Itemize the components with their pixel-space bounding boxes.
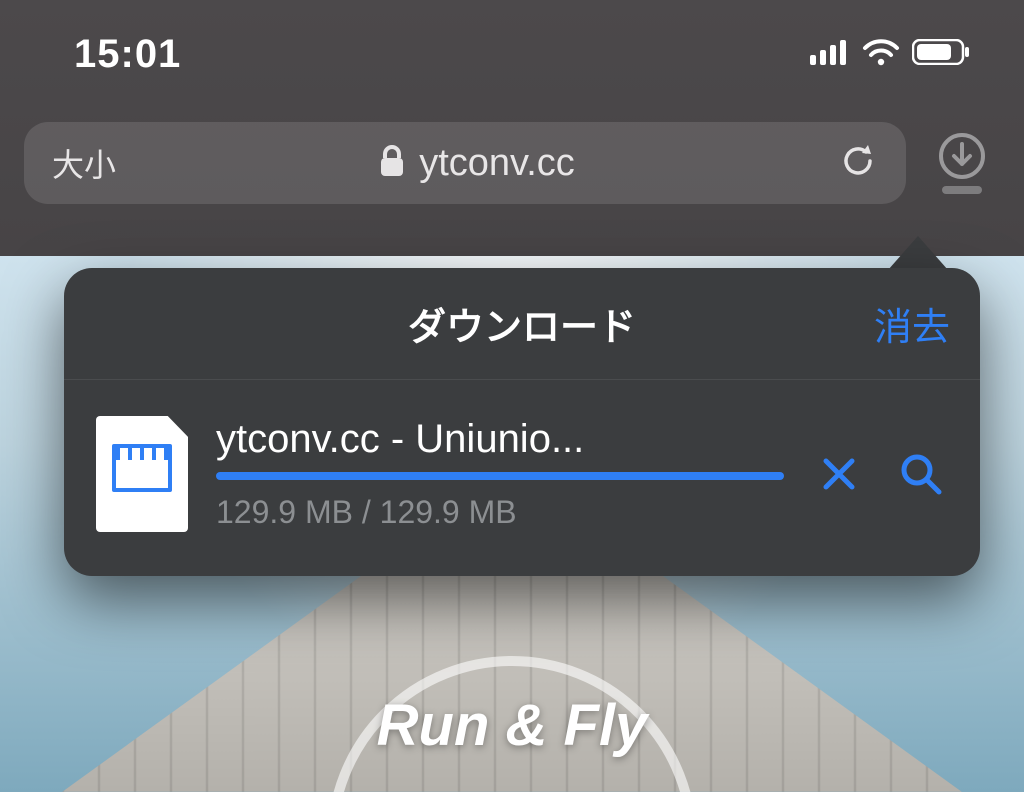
popover-title: ダウンロード bbox=[408, 296, 636, 351]
wifi-icon bbox=[862, 38, 900, 71]
cellular-icon bbox=[810, 39, 850, 70]
url-text: ytconv.cc bbox=[419, 142, 575, 185]
browser-chrome: 15:01 大小 ytconv.cc bbox=[0, 0, 1024, 256]
clear-button[interactable]: 消去 bbox=[874, 268, 950, 379]
download-item[interactable]: ytconv.cc - Uniunio... 129.9 MB / 129.9 … bbox=[64, 380, 980, 576]
search-icon bbox=[899, 452, 943, 496]
text-size-button[interactable]: 大小 bbox=[52, 140, 116, 186]
popover-header: ダウンロード 消去 bbox=[64, 268, 980, 380]
url-bar-row: 大小 ytconv.cc bbox=[0, 108, 1024, 218]
battery-icon bbox=[912, 39, 970, 70]
status-indicators bbox=[810, 38, 970, 71]
download-arrow-icon bbox=[938, 132, 986, 180]
status-bar: 15:01 bbox=[0, 0, 1024, 108]
background-title: Run & Fly bbox=[0, 692, 1024, 759]
video-file-icon bbox=[96, 416, 188, 532]
download-progress-fill bbox=[216, 472, 784, 480]
download-progress bbox=[216, 472, 784, 480]
download-item-main: ytconv.cc - Uniunio... 129.9 MB / 129.9 … bbox=[216, 417, 784, 531]
download-filename: ytconv.cc - Uniunio... bbox=[216, 417, 784, 462]
downloads-underline-icon bbox=[942, 186, 982, 194]
downloads-popover: ダウンロード 消去 ytconv.cc - Uniunio... 129.9 M… bbox=[64, 268, 980, 576]
address-bar[interactable]: 大小 ytconv.cc bbox=[24, 122, 906, 204]
download-size: 129.9 MB / 129.9 MB bbox=[216, 494, 784, 531]
lock-icon bbox=[379, 144, 405, 183]
reload-icon[interactable] bbox=[838, 141, 878, 186]
close-icon bbox=[818, 453, 860, 495]
cancel-download-button[interactable] bbox=[812, 447, 866, 501]
downloads-button[interactable] bbox=[930, 132, 994, 194]
reveal-download-button[interactable] bbox=[894, 447, 948, 501]
status-time: 15:01 bbox=[74, 32, 181, 77]
